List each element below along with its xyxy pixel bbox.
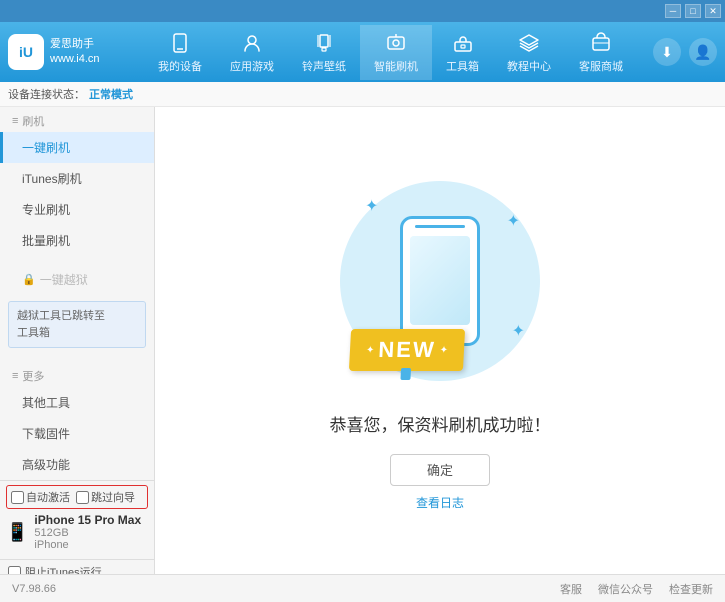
- ringtone-icon: [312, 31, 336, 55]
- device-type: iPhone: [34, 539, 141, 551]
- main-nav: 我的设备 应用游戏 铃声壁纸: [128, 25, 653, 80]
- new-ribbon-container: ✦ NEW ✦: [350, 329, 464, 371]
- toolbox-icon: [451, 31, 475, 55]
- nav-my-device[interactable]: 我的设备: [144, 25, 216, 80]
- window-topbar: ─ □ ✕: [0, 0, 725, 22]
- quick-guide-label[interactable]: 跳过向导: [76, 489, 135, 505]
- itunes-bar: 阻止iTunes运行: [0, 559, 154, 574]
- itunes-checkbox[interactable]: [8, 566, 21, 575]
- main-container: ≡ 刷机 一键刷机 iTunes刷机 专业刷机 批量刷机 🔒 一键越狱 越狱工具…: [0, 107, 725, 574]
- more-section-icon: ≡: [12, 370, 18, 382]
- auto-activate-label[interactable]: 自动激活: [11, 489, 70, 505]
- view-log-link[interactable]: 查看日志: [416, 494, 464, 511]
- ribbon-phone-accent: [395, 368, 416, 383]
- nav-tutorial[interactable]: 教程中心: [493, 25, 565, 80]
- status-label: 设备连接状态：: [8, 86, 85, 102]
- device-phone-icon: 📱: [6, 522, 28, 543]
- new-ribbon: ✦ NEW ✦: [349, 329, 465, 371]
- tutorial-icon: [517, 31, 541, 55]
- nav-my-device-label: 我的设备: [158, 58, 202, 74]
- nav-tutorial-label: 教程中心: [507, 58, 551, 74]
- service-icon: [589, 31, 613, 55]
- download-button[interactable]: ⬇: [653, 38, 681, 66]
- checkbox-group: 自动激活 跳过向导: [6, 485, 148, 509]
- maximize-button[interactable]: □: [685, 4, 701, 18]
- header-right: ⬇ 👤: [653, 38, 717, 66]
- minimize-button[interactable]: ─: [665, 4, 681, 18]
- sidebar-item-download-firmware[interactable]: 下载固件: [0, 418, 154, 449]
- sidebar-section-onekey: 🔒 一键越狱: [0, 264, 154, 295]
- logo-symbol: iU: [19, 44, 33, 60]
- nav-apps-games-label: 应用游戏: [230, 58, 274, 74]
- phone-illustration: [400, 216, 480, 346]
- star-left: ✦: [366, 344, 375, 355]
- window-controls[interactable]: ─ □ ✕: [663, 4, 721, 18]
- auto-activate-checkbox[interactable]: [11, 491, 24, 504]
- star-right: ✦: [439, 344, 448, 355]
- sidebar: ≡ 刷机 一键刷机 iTunes刷机 专业刷机 批量刷机 🔒 一键越狱 越狱工具…: [0, 107, 155, 574]
- sidebar-item-pro-flash[interactable]: 专业刷机: [0, 194, 154, 225]
- itunes-label: 阻止iTunes运行: [25, 564, 102, 574]
- phone-speaker: [415, 225, 465, 229]
- nav-toolbox[interactable]: 工具箱: [432, 25, 493, 80]
- main-content: ✦ ✦ ✦ ✦ NEW ✦: [155, 107, 725, 574]
- sparkle-2: ✦: [507, 211, 520, 231]
- nav-service-label: 客服商城: [579, 58, 623, 74]
- sidebar-item-onekey-flash[interactable]: 一键刷机: [0, 132, 154, 163]
- sparkle-1: ✦: [365, 196, 378, 216]
- footer-update-link[interactable]: 检查更新: [669, 581, 713, 597]
- status-bar: 设备连接状态： 正常模式: [0, 82, 725, 107]
- logo-icon: iU: [8, 34, 44, 70]
- new-text: NEW: [378, 337, 437, 363]
- sparkle-3: ✦: [512, 321, 525, 341]
- quick-guide-checkbox[interactable]: [76, 491, 89, 504]
- lock-icon: 🔒: [22, 273, 36, 286]
- nav-smart-flash[interactable]: 智能刷机: [360, 25, 432, 80]
- smart-flash-icon: [384, 31, 408, 55]
- footer-service-link[interactable]: 客服: [560, 581, 582, 597]
- success-text: 恭喜您，保资料刷机成功啦！: [330, 411, 551, 436]
- phone-screen: [410, 236, 470, 324]
- sidebar-item-batch-flash[interactable]: 批量刷机: [0, 225, 154, 256]
- status-value: 正常模式: [89, 86, 133, 102]
- footer-version: V7.98.66: [12, 583, 56, 595]
- device-info: 📱 iPhone 15 Pro Max 512GB iPhone: [6, 509, 148, 555]
- device-storage: 512GB: [34, 527, 141, 539]
- sidebar-section-more: ≡ 更多: [0, 362, 154, 387]
- sidebar-item-other-tools[interactable]: 其他工具: [0, 387, 154, 418]
- user-button[interactable]: 👤: [689, 38, 717, 66]
- nav-apps-games[interactable]: 应用游戏: [216, 25, 288, 80]
- footer-wechat-link[interactable]: 微信公众号: [598, 581, 653, 597]
- nav-service[interactable]: 客服商城: [565, 25, 637, 80]
- my-device-icon: [168, 31, 192, 55]
- sidebar-bottom-section: 自动激活 跳过向导 📱 iPhone 15 Pro Max 512GB iPho…: [0, 480, 154, 559]
- sidebar-item-advanced[interactable]: 高级功能: [0, 449, 154, 480]
- apps-games-icon: [240, 31, 264, 55]
- flash-section-icon: ≡: [12, 115, 18, 127]
- footer-links: 客服 微信公众号 检查更新: [560, 581, 713, 597]
- device-name: iPhone 15 Pro Max: [34, 513, 141, 527]
- sidebar-notice: 越狱工具已跳转至工具箱: [8, 301, 146, 348]
- sidebar-section-flash: ≡ 刷机: [0, 107, 154, 132]
- device-details: iPhone 15 Pro Max 512GB iPhone: [34, 513, 141, 551]
- nav-toolbox-label: 工具箱: [446, 58, 479, 74]
- confirm-button[interactable]: 确定: [390, 454, 490, 486]
- nav-ringtone[interactable]: 铃声壁纸: [288, 25, 360, 80]
- sidebar-item-itunes-flash[interactable]: iTunes刷机: [0, 163, 154, 194]
- close-button[interactable]: ✕: [705, 4, 721, 18]
- header: iU 爱思助手 www.i4.cn 我的设备 应用游: [0, 22, 725, 82]
- logo-text: 爱思助手 www.i4.cn: [50, 37, 100, 68]
- success-illustration: ✦ ✦ ✦ ✦ NEW ✦: [330, 171, 550, 391]
- footer: V7.98.66 客服 微信公众号 检查更新: [0, 574, 725, 602]
- nav-smart-flash-label: 智能刷机: [374, 58, 418, 74]
- nav-ringtone-label: 铃声壁纸: [302, 58, 346, 74]
- logo: iU 爱思助手 www.i4.cn: [8, 34, 128, 70]
